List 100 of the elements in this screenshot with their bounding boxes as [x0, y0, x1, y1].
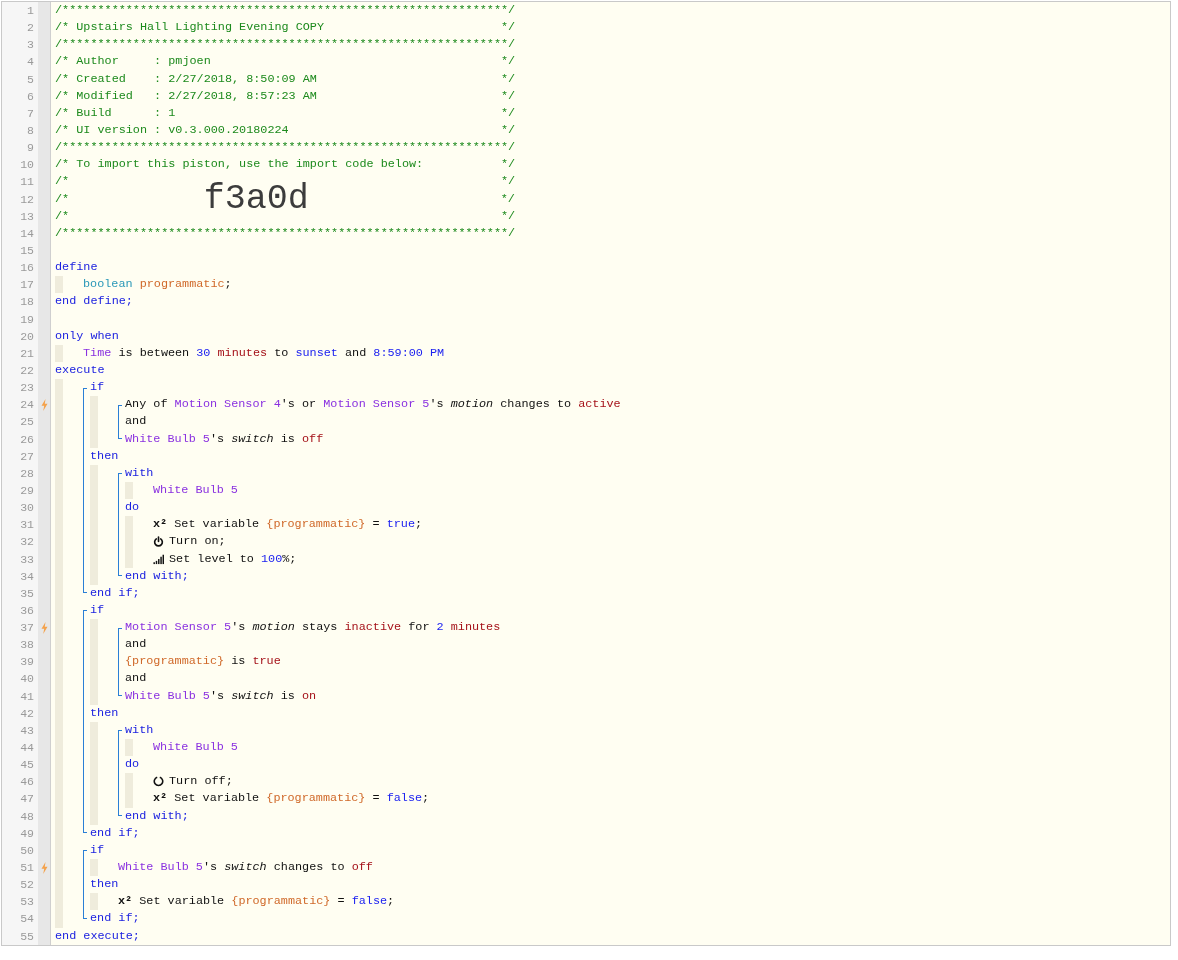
- line-number: 34: [19, 568, 35, 585]
- line-number: 9: [26, 140, 35, 157]
- code-line: end if;: [90, 584, 140, 602]
- code-line: /* Upstairs Hall Lighting Evening COPY */: [55, 19, 516, 37]
- code-line: do: [125, 756, 140, 774]
- line-number: 25: [19, 414, 35, 431]
- ring-icon: [153, 776, 164, 788]
- code-line: only when: [55, 327, 119, 345]
- line-number: 1: [26, 3, 35, 19]
- code-line: execute: [55, 361, 105, 379]
- line-number: 19: [19, 311, 35, 328]
- line-number: 46: [19, 774, 35, 791]
- code-line: Any of Motion Sensor 4's or Motion Sensor 5's motion changes to active: [125, 396, 621, 414]
- code-line: end with;: [125, 567, 189, 585]
- line-number: 3: [26, 37, 35, 54]
- code-line: then: [90, 876, 119, 894]
- code-line: {programmatic} is true: [125, 653, 281, 671]
- code-line: x² Set variable {programmatic} = true;: [153, 516, 423, 534]
- line-number: 47: [19, 791, 35, 808]
- line-number: 20: [19, 328, 35, 345]
- line-number: 12: [19, 191, 35, 208]
- line-number: 51: [19, 860, 35, 877]
- power-icon: [153, 536, 164, 548]
- code-line: end if;: [90, 824, 140, 842]
- code-line: /*: [55, 190, 71, 208]
- line-number: 36: [19, 602, 35, 619]
- block-bracket: [83, 850, 87, 920]
- code-line: /* To import this piston, use the import code below: */: [55, 156, 516, 174]
- code-line: if: [90, 601, 105, 619]
- code-line: and: [125, 636, 147, 654]
- code-line: x² Set variable {programmatic} = false;: [118, 893, 395, 911]
- line-number: 55: [19, 928, 35, 945]
- line-number: 8: [26, 123, 35, 139]
- code-line: Time is between 30 minutes to sunset and 8:59:00 PM: [83, 344, 445, 362]
- line-number: 10: [19, 157, 35, 174]
- code-line: with: [125, 721, 154, 739]
- line-number: 17: [19, 277, 35, 294]
- code-line: end with;: [125, 807, 189, 825]
- code-line: define: [55, 259, 98, 277]
- code-line: Motion Sensor 5's motion stays inactive for 2 minutes: [125, 619, 501, 637]
- line-number: 43: [19, 722, 35, 739]
- line-number: 14: [19, 225, 35, 242]
- line-number: 44: [19, 740, 35, 757]
- code-line: then: [90, 447, 119, 465]
- code-line: if: [90, 841, 105, 859]
- code-line: */: [500, 190, 515, 208]
- code-line: White Bulb 5: [153, 739, 238, 757]
- code-line: end define;: [55, 293, 133, 311]
- line-number: 53: [19, 894, 35, 911]
- line-number: 31: [19, 517, 35, 534]
- line-number: 21: [19, 345, 35, 362]
- code-line: if: [90, 379, 105, 397]
- code-line: /* Author : pmjoen */: [55, 53, 516, 71]
- line-number: 52: [19, 877, 35, 894]
- line-number: 2: [26, 20, 35, 37]
- line-number: 39: [19, 654, 35, 671]
- line-number: 13: [19, 208, 35, 225]
- line-number: 4: [26, 54, 35, 71]
- line-number: 5: [26, 71, 35, 88]
- line-number: 41: [19, 688, 35, 705]
- line-number: 27: [19, 448, 35, 465]
- code-line: /* Build : 1 */: [55, 104, 516, 122]
- code-line: x² Set variable {programmatic} = false;: [153, 790, 430, 808]
- line-number: 16: [19, 260, 35, 277]
- line-number: 35: [19, 585, 35, 602]
- code-line: /***************************************************************/: [55, 2, 516, 19]
- code-line: end if;: [90, 910, 140, 928]
- code-line: /* Modified : 2/27/2018, 8:57:23 AM */: [55, 87, 516, 105]
- line-number: 24: [19, 397, 35, 414]
- code-line: /***************************************************************/: [55, 224, 516, 242]
- line-number: 33: [19, 551, 35, 568]
- line-number: 50: [19, 842, 35, 859]
- line-number: 28: [19, 465, 35, 482]
- code-line: /***************************************************************/: [55, 139, 516, 157]
- code-line: boolean programmatic;: [83, 276, 232, 294]
- line-number: 30: [19, 500, 35, 517]
- line-number: 11: [19, 174, 35, 191]
- line-number: 6: [26, 88, 35, 105]
- line-number: 37: [19, 620, 35, 637]
- code-line: then: [90, 704, 119, 722]
- code-line: /* */: [55, 208, 516, 225]
- code-line: Turn on;: [169, 533, 226, 551]
- code-line: and: [125, 670, 147, 688]
- line-number: 26: [19, 431, 35, 448]
- line-number: 48: [19, 808, 35, 825]
- line-number: 32: [19, 534, 35, 551]
- code-line: with: [125, 464, 154, 482]
- line-number: 18: [19, 294, 35, 311]
- line-number: 54: [19, 911, 35, 928]
- code-line: do: [125, 499, 140, 517]
- signal-icon: [153, 553, 164, 565]
- code-line: /* Created : 2/27/2018, 8:50:09 AM */: [55, 70, 516, 88]
- code-line: White Bulb 5: [153, 481, 238, 499]
- code-line: White Bulb 5's switch is off: [125, 430, 324, 448]
- code-line: Turn off;: [169, 773, 233, 791]
- line-number: 42: [19, 705, 35, 722]
- line-number: 40: [19, 671, 35, 688]
- code-line: Set level to 100%;: [169, 550, 297, 568]
- code-line: and: [125, 413, 147, 431]
- line-number: 15: [19, 242, 35, 259]
